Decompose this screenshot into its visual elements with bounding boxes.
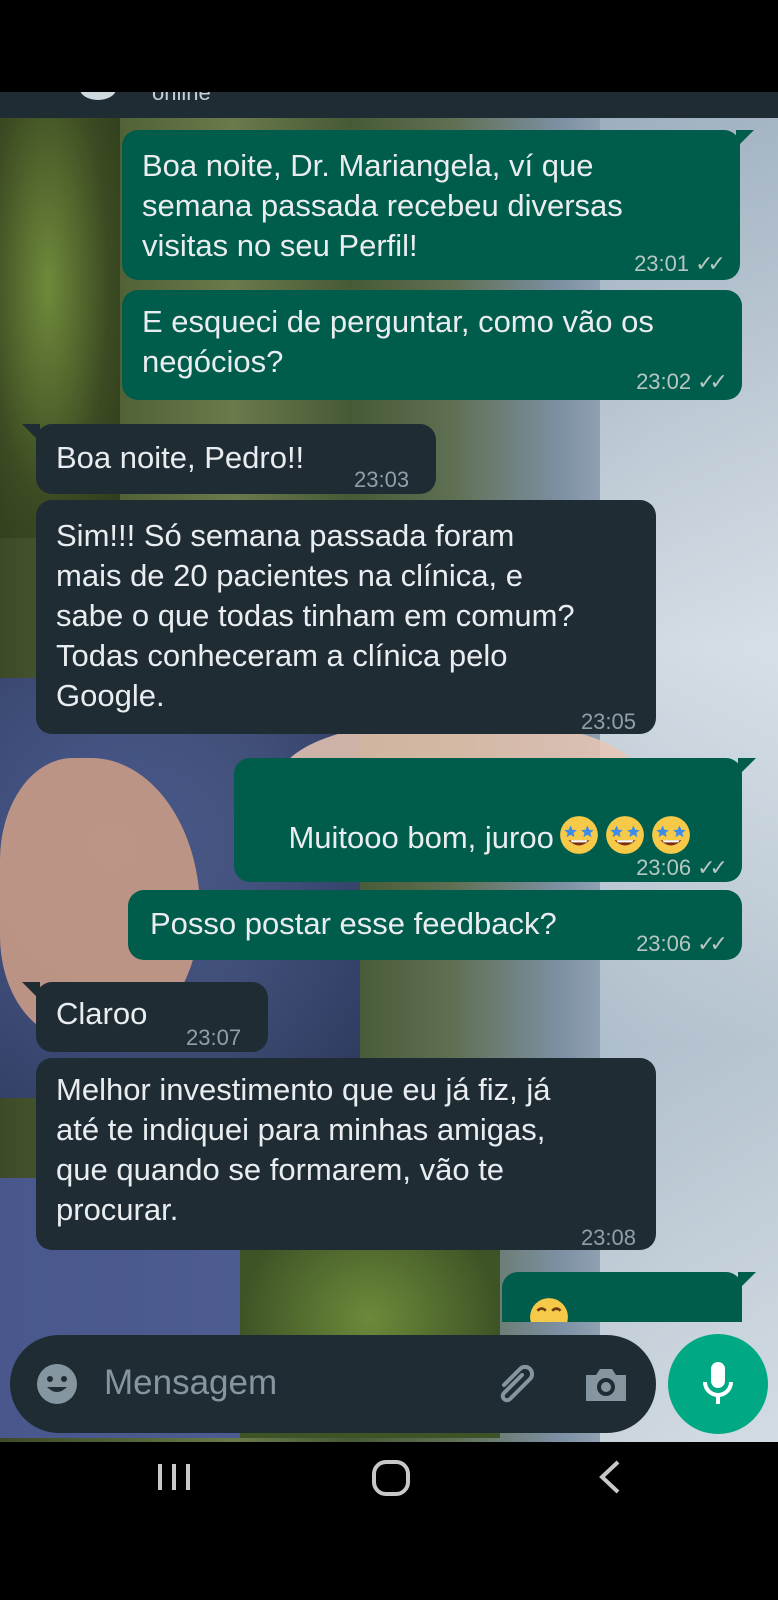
message-outgoing[interactable]	[502, 1272, 756, 1322]
emoji-icon[interactable]	[34, 1361, 80, 1407]
recent-apps-icon[interactable]	[154, 1452, 194, 1502]
back-icon[interactable]	[590, 1452, 630, 1502]
message-time: 23:02	[636, 369, 692, 394]
message-outgoing[interactable]: Boa noite, Dr. Mariangela, ví que semana…	[122, 130, 754, 280]
status-area	[0, 0, 778, 92]
message-outgoing[interactable]: Posso postar esse feedback? 23:06 ✓✓	[128, 890, 742, 960]
message-time: 23:05	[580, 709, 636, 734]
message-text: Claroo	[56, 996, 148, 1031]
message-incoming[interactable]: Boa noite, Pedro!! 23:03	[22, 424, 436, 494]
contact-avatar[interactable]	[80, 92, 116, 100]
message-time: 23:06	[636, 855, 692, 880]
message-incoming[interactable]: Sim!!! Só semana passada foram mais de 2…	[36, 500, 656, 734]
read-receipt-icon: ✓✓	[697, 369, 728, 394]
message-composer[interactable]: Mensagem	[10, 1335, 656, 1433]
message-outgoing[interactable]: E esqueci de perguntar, como vão os negó…	[122, 290, 742, 400]
message-text: E esqueci de perguntar, como vão os negó…	[142, 304, 654, 379]
message-incoming[interactable]: Claroo 23:07	[22, 982, 268, 1052]
star-struck-emoji	[558, 814, 600, 856]
message-time: 23:07	[186, 1025, 242, 1050]
message-time: 23:01	[634, 251, 690, 276]
message-time: 23:03	[354, 467, 410, 492]
read-receipt-icon: ✓✓	[697, 855, 728, 880]
system-navbar	[0, 1442, 778, 1510]
message-text: Posso postar esse feedback?	[150, 906, 557, 941]
message-incoming[interactable]: Melhor investimento que eu já fiz, já at…	[36, 1058, 656, 1250]
read-receipt-icon: ✓✓	[697, 931, 728, 956]
message-text: Melhor investimento que eu já fiz, já at…	[56, 1072, 551, 1227]
mic-button[interactable]	[668, 1334, 768, 1434]
message-text: Boa noite, Dr. Mariangela, ví que semana…	[142, 148, 623, 263]
chat-header[interactable]: online	[0, 92, 778, 118]
message-text: Boa noite, Pedro!!	[56, 440, 305, 475]
message-time: 23:06	[636, 931, 692, 956]
message-input[interactable]: Mensagem	[104, 1363, 277, 1403]
home-icon[interactable]	[366, 1452, 416, 1502]
message-outgoing[interactable]: Muitooo bom, juroo 23:06 ✓✓	[234, 758, 756, 882]
laughing-emoji	[528, 1296, 572, 1322]
mic-icon	[703, 1362, 733, 1404]
camera-icon[interactable]	[582, 1363, 630, 1405]
read-receipt-icon: ✓✓	[695, 251, 726, 276]
message-text: Sim!!! Só semana passada foram mais de 2…	[56, 518, 575, 713]
attach-icon[interactable]	[490, 1359, 540, 1409]
contact-status: online	[152, 92, 211, 105]
message-text: Muitooo bom, juroo	[288, 820, 554, 855]
message-time: 23:08	[580, 1225, 636, 1250]
